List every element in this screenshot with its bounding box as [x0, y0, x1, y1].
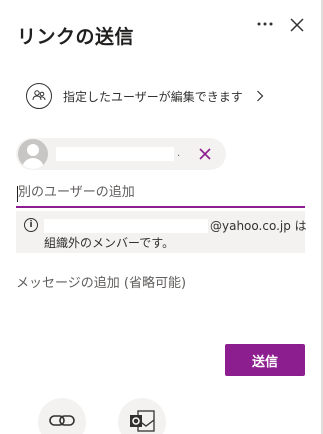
close-icon	[290, 18, 304, 32]
close-icon	[199, 148, 211, 160]
send-button[interactable]: 送信	[225, 344, 305, 376]
info-icon: i	[24, 218, 38, 232]
send-link-panel: リンクの送信 指定したユーザーが編集できます . 別のユーザーの追加 i @ya…	[0, 0, 323, 434]
recipient-chip: .	[16, 138, 226, 170]
more-horizontal-icon	[257, 22, 273, 26]
text-cursor	[17, 186, 18, 202]
avatar	[18, 139, 48, 169]
warning-message: 組織外のメンバーです。	[44, 236, 175, 250]
recipient-name	[56, 147, 174, 161]
copy-link-option[interactable]	[38, 398, 86, 434]
message-input[interactable]	[16, 268, 305, 308]
recipient-name-suffix: .	[177, 148, 181, 159]
external-user-warning: i @yahoo.co.jp は 組織外のメンバーです。	[16, 211, 307, 253]
warning-domain-text: @yahoo.co.jp は	[210, 219, 307, 233]
permission-settings-button[interactable]: 指定したユーザーが編集できます	[18, 80, 278, 112]
copy-link-icon	[49, 415, 75, 426]
outlook-option[interactable]	[118, 398, 166, 434]
permission-label: 指定したユーザーが編集できます	[63, 89, 243, 104]
page-title: リンクの送信	[17, 26, 135, 48]
remove-recipient-button[interactable]	[197, 146, 213, 162]
people-icon	[26, 83, 52, 109]
outlook-icon	[130, 410, 155, 432]
chevron-right-icon	[255, 89, 265, 103]
more-options-button[interactable]	[252, 12, 278, 36]
redacted-email	[44, 218, 208, 233]
add-recipient-input[interactable]	[16, 178, 305, 208]
close-button[interactable]	[284, 12, 310, 38]
